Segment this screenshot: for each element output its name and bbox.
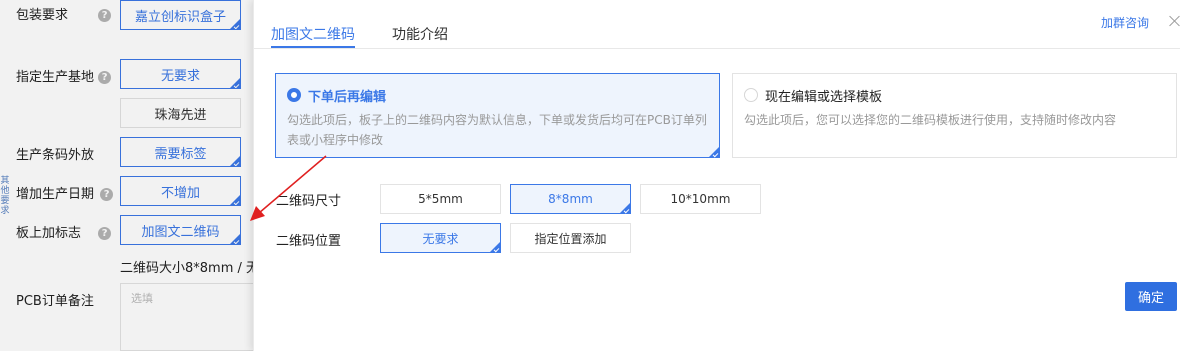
packaging-select[interactable]: 嘉立创标识盒子	[120, 0, 241, 30]
position-choice-none[interactable]: 无要求	[380, 223, 501, 253]
selected-check-icon	[620, 203, 630, 213]
size-choice-5[interactable]: 5*5mm	[380, 184, 501, 214]
remark-textarea[interactable]: 选填	[120, 283, 255, 351]
help-icon[interactable]: ?	[98, 71, 112, 84]
help-icon[interactable]: ?	[98, 9, 112, 22]
radio-unchecked-icon[interactable]	[744, 88, 758, 102]
radio-checked-icon[interactable]	[287, 88, 301, 102]
help-icon[interactable]: ?	[98, 227, 112, 240]
label-packaging: 包装要求 ?	[16, 4, 112, 23]
barcode-select[interactable]: 需要标签	[120, 137, 241, 167]
label-mark: 板上加标志 ?	[16, 222, 112, 241]
selected-check-icon	[230, 195, 240, 205]
join-group-link[interactable]: 加群咨询	[1101, 14, 1149, 31]
mark-select[interactable]: 加图文二维码	[120, 215, 241, 245]
close-icon[interactable]	[1168, 14, 1182, 28]
date-select[interactable]: 不增加	[120, 176, 241, 206]
tab-add-qr[interactable]: 加图文二维码	[271, 0, 355, 48]
option-edit-now[interactable]: 现在编辑或选择模板 勾选此项后，您可以选择您的二维码模板进行使用，支持随时修改内…	[732, 73, 1177, 158]
size-choice-10[interactable]: 10*10mm	[640, 184, 761, 214]
side-tab-other[interactable]: 其他要求	[0, 176, 10, 236]
tabs-divider	[254, 48, 1180, 49]
help-icon[interactable]: ?	[100, 188, 114, 201]
tab-intro[interactable]: 功能介绍	[392, 0, 448, 48]
qr-code-modal: 加图文二维码 功能介绍 加群咨询 下单后再编辑 勾选此项后，板子上的二维码内容为…	[253, 0, 1200, 351]
base-select-none[interactable]: 无要求	[120, 59, 241, 89]
label-base: 指定生产基地 ?	[16, 66, 112, 85]
qr-position-label: 二维码位置	[276, 234, 342, 249]
qr-summary-note: 二维码大小8*8mm / 无	[120, 261, 260, 276]
selected-check-icon	[230, 19, 240, 29]
size-choice-8[interactable]: 8*8mm	[510, 184, 631, 214]
modal-tabs: 加图文二维码 功能介绍	[271, 0, 485, 48]
base-select-zhuhai[interactable]: 珠海先进	[120, 98, 241, 128]
position-choice-specify[interactable]: 指定位置添加	[510, 223, 631, 253]
selected-check-icon	[230, 78, 240, 88]
option-edit-later[interactable]: 下单后再编辑 勾选此项后，板子上的二维码内容为默认信息，下单或发货后均可在PCB…	[275, 73, 720, 158]
label-date: 增加生产日期 ?	[16, 183, 114, 202]
selected-check-icon	[709, 147, 719, 157]
qr-size-label: 二维码尺寸	[276, 194, 342, 209]
confirm-button[interactable]: 确定	[1125, 282, 1177, 311]
label-barcode: 生产条码外放	[16, 148, 95, 163]
label-remark: PCB订单备注	[16, 294, 94, 309]
selected-check-icon	[230, 156, 240, 166]
selected-check-icon	[490, 242, 500, 252]
selected-check-icon	[230, 234, 240, 244]
